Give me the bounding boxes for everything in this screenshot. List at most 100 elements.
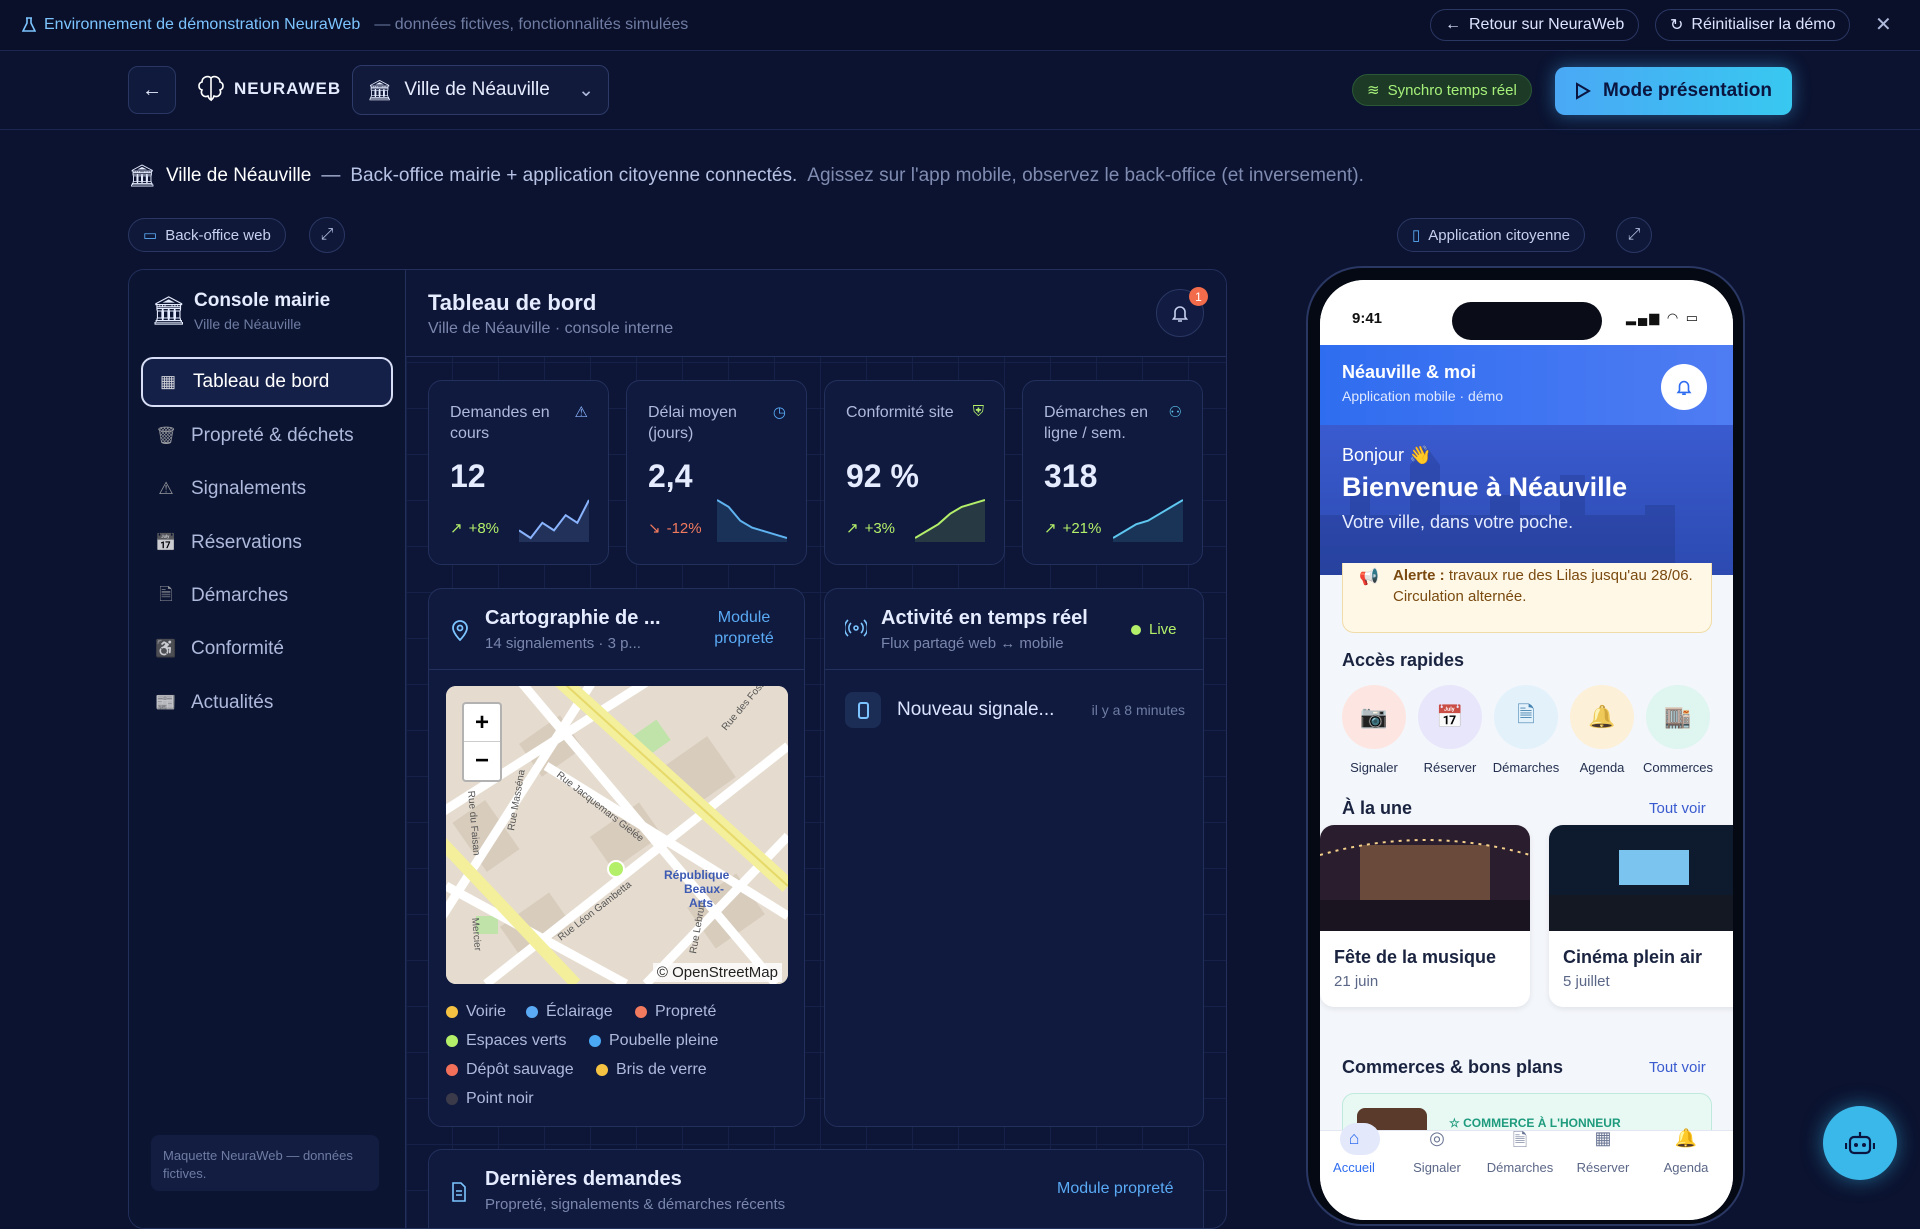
kpi-value: 318 xyxy=(1044,458,1098,494)
sidebar-item[interactable]: 🗎 Démarches xyxy=(141,571,393,621)
kpi-card[interactable]: Démarches en ligne / sem. ⚇ 318 ↗ +21% xyxy=(1022,380,1203,565)
expand-mobile-button[interactable]: ⤢ xyxy=(1616,217,1652,253)
legend-swatch xyxy=(446,1006,458,1018)
map-module-link[interactable]: Module propreté xyxy=(699,607,789,649)
legend-item[interactable]: Propreté xyxy=(635,1003,716,1021)
kpi-card[interactable]: Demandes en cours ⚠ 12 ↗ +8% xyxy=(428,380,609,565)
mobile-phone-frame: 9:41 ▂▄▆ ◠ ▭ Néauville & moi Application… xyxy=(1306,266,1745,1226)
sidebar-item[interactable]: 📰 Actualités xyxy=(141,678,393,728)
document-icon: 🗎 xyxy=(1512,1130,1528,1150)
app-subtitle: Application mobile · démo xyxy=(1342,388,1504,404)
arrow-left-icon: ← xyxy=(1445,16,1461,33)
sidebar-item[interactable]: ⚠ Signalements xyxy=(141,464,393,514)
activity-card: Activité en temps réel Flux partagé web … xyxy=(824,588,1204,1127)
sidebar-item[interactable]: ▦ Tableau de bord xyxy=(141,357,393,407)
event-title: Fête de la musique xyxy=(1334,947,1497,967)
arrow-left-icon: ← xyxy=(142,78,162,101)
concert-image xyxy=(1320,825,1530,931)
sidebar-item-label: Actualités xyxy=(191,692,274,713)
intro-city: Ville de Néauville xyxy=(165,165,312,186)
presentation-mode-button[interactable]: Mode présentation xyxy=(1555,67,1792,115)
close-banner-icon[interactable]: ✕ xyxy=(1875,12,1892,37)
tab-agenda[interactable]: Agenda xyxy=(1646,1160,1726,1175)
legend-item[interactable]: Poubelle pleine xyxy=(589,1032,718,1050)
tab-signaler[interactable]: Signaler xyxy=(1397,1160,1477,1175)
banner-title: Environnement de démonstration NeuraWeb xyxy=(44,16,361,33)
bell-icon: 🔔 xyxy=(1674,1128,1698,1148)
event-card[interactable]: Fête de la musique 21 juin xyxy=(1320,825,1530,1007)
zoom-in-button[interactable]: + xyxy=(464,704,500,742)
legend-swatch xyxy=(635,1006,647,1018)
back-to-neuraweb-button[interactable]: ← Retour sur NeuraWeb xyxy=(1430,9,1640,41)
city-selector[interactable]: 🏛 Ville de Néauville ⌄ xyxy=(352,65,609,115)
wifi-icon: ≋ xyxy=(1367,82,1380,99)
bell-icon: 🔔 xyxy=(1588,704,1616,729)
legend-swatch xyxy=(589,1035,601,1047)
map-view[interactable]: Rue des Fossés Rue Masséna Rue Jacquemar… xyxy=(446,686,788,984)
tab-démarches[interactable]: Démarches xyxy=(1480,1160,1560,1175)
back-office-view-pill[interactable]: ▭ Back-office web xyxy=(128,218,286,252)
map-pin-icon xyxy=(452,620,468,641)
legend-swatch xyxy=(446,1093,458,1105)
kpi-card[interactable]: Conformité site ⛨ 92 % ↗ +3% xyxy=(824,380,1005,565)
app-notifications-button[interactable] xyxy=(1661,364,1707,410)
recent-requests-card: Dernières demandes Propreté, signalement… xyxy=(428,1149,1204,1228)
signal-wifi-battery-icons: ▂▄▆ ◠ ▭ xyxy=(1626,310,1701,325)
legend-label: Éclairage xyxy=(546,1003,613,1020)
kpi-label: Démarches en ligne / sem. xyxy=(1044,404,1149,442)
sync-label: Synchro temps réel xyxy=(1387,81,1517,99)
assistant-bot-button[interactable] xyxy=(1823,1106,1897,1180)
kpi-card[interactable]: Délai moyen (jours) ◷ 2,4 ↘ -12% xyxy=(626,380,807,565)
legend-item[interactable]: Espaces verts xyxy=(446,1032,566,1050)
quick-access-button[interactable]: 📷 xyxy=(1342,685,1406,749)
activity-item-time: il y a 8 minutes xyxy=(1091,702,1185,718)
news-icon: 📰 xyxy=(155,693,177,712)
quick-access-button[interactable]: 🔔 xyxy=(1570,685,1634,749)
legend-item[interactable]: Bris de verre xyxy=(596,1061,707,1079)
quick-access-button[interactable]: 🗎 xyxy=(1494,685,1558,749)
camera-icon: 📷 xyxy=(1360,704,1388,729)
sidebar-item[interactable]: 📅 Réservations xyxy=(141,518,393,568)
sidebar-item[interactable]: 🗑 Propreté & déchets xyxy=(141,411,393,461)
alert-banner[interactable]: 📢 Alerte : travaux rue des Lilas jusqu'a… xyxy=(1342,563,1712,633)
calendar-plus-icon: ▦ xyxy=(1594,1128,1612,1148)
recent-requests-link[interactable]: Module propreté xyxy=(1057,1180,1174,1198)
legend-item[interactable]: Éclairage xyxy=(526,1003,613,1021)
event-card[interactable]: Cinéma plein air 5 juillet xyxy=(1549,825,1733,1007)
trend-down-icon: ↘ xyxy=(648,520,661,537)
back-button[interactable]: ← xyxy=(128,66,176,114)
play-icon xyxy=(1576,82,1592,100)
legend-swatch xyxy=(526,1006,538,1018)
kpi-label: Délai moyen (jours) xyxy=(648,404,737,442)
zoom-out-button[interactable]: − xyxy=(464,742,500,780)
kpi-change: ↗ +21% xyxy=(1044,519,1101,538)
legend-label: Propreté xyxy=(655,1003,717,1020)
shops-see-all-link[interactable]: Tout voir xyxy=(1649,1059,1706,1076)
recent-requests-title: Dernières demandes xyxy=(485,1168,682,1190)
legend-item[interactable]: Voirie xyxy=(446,1003,506,1021)
map-card: Cartographie de ... 14 signalements · 3 … xyxy=(428,588,805,1127)
mobile-app-view-pill[interactable]: ▯ Application citoyenne xyxy=(1397,218,1586,252)
metro-label: République xyxy=(664,868,730,882)
sidebar-item[interactable]: ♿ Conformité xyxy=(141,624,393,674)
brain-icon xyxy=(198,75,224,102)
tab-accueil[interactable]: Accueil xyxy=(1320,1160,1394,1175)
legend-item[interactable]: Dépôt sauvage xyxy=(446,1061,574,1079)
sidebar-item-label: Propreté & déchets xyxy=(191,425,354,446)
map-attribution[interactable]: © OpenStreetMap xyxy=(652,963,782,982)
city-hall-icon: 🏛 xyxy=(128,163,156,188)
news-see-all-link[interactable]: Tout voir xyxy=(1649,800,1706,817)
activity-item[interactable]: Nouveau signale... il y a 8 minutes xyxy=(845,690,1185,730)
kpi-label: Demandes en cours xyxy=(450,404,550,442)
legend-label: Voirie xyxy=(466,1003,507,1020)
legend-swatch xyxy=(446,1035,458,1047)
legend-item[interactable]: Point noir xyxy=(446,1090,534,1108)
expand-back-office-button[interactable]: ⤢ xyxy=(309,217,345,253)
tab-réserver[interactable]: Réserver xyxy=(1563,1160,1643,1175)
kpi-value: 12 xyxy=(450,458,486,494)
quick-access-button[interactable]: 🏬 xyxy=(1646,685,1710,749)
neuraweb-logo: NEURAWEB xyxy=(196,74,341,104)
quick-access-button[interactable]: 📅 xyxy=(1418,685,1482,749)
reset-demo-button[interactable]: ↻ Réinitialiser la démo xyxy=(1655,9,1851,41)
kpi-change: ↗ +3% xyxy=(846,519,895,538)
